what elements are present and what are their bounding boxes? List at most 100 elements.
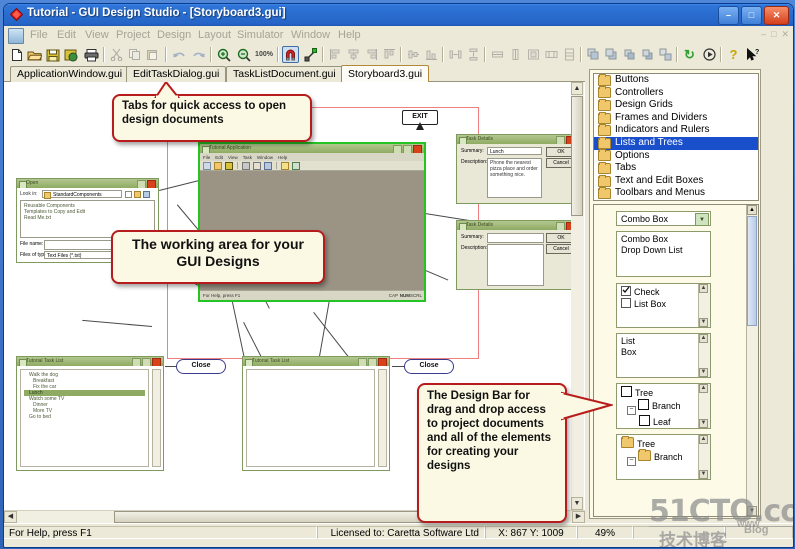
- align-left-icon[interactable]: [327, 46, 344, 63]
- menu-item-design[interactable]: Design: [153, 28, 195, 42]
- align-top-icon[interactable]: [381, 46, 398, 63]
- menu-item-help[interactable]: Help: [334, 28, 365, 42]
- drop-down-item[interactable]: Drop Down List: [621, 245, 706, 256]
- tab-edittaskdialog[interactable]: EditTaskDialog.gui: [126, 66, 227, 82]
- scroll-down-icon[interactable]: ▼: [747, 506, 757, 516]
- menu-item-project[interactable]: Project: [112, 28, 154, 42]
- description-input[interactable]: [487, 244, 544, 286]
- space-h-icon[interactable]: [543, 46, 560, 63]
- tab-storyboard3[interactable]: Storyboard3.gui: [341, 65, 430, 83]
- context-help-icon[interactable]: ?: [745, 46, 762, 63]
- element-check-list-box[interactable]: Check List Box ▲ ▼: [616, 283, 711, 328]
- connector-icon[interactable]: [302, 46, 319, 63]
- align-right-icon[interactable]: [363, 46, 380, 63]
- category-toolbars-and-menus[interactable]: Toolbars and Menus: [594, 187, 758, 200]
- run-simulator-icon[interactable]: [701, 46, 718, 63]
- category-windows-and-dialogs[interactable]: Windows and Dialogs: [594, 199, 758, 200]
- expander-icon[interactable]: –: [627, 406, 636, 415]
- save-all-icon[interactable]: [62, 46, 79, 63]
- mock-copy-icon[interactable]: [253, 161, 261, 170]
- element-folder-tree[interactable]: Tree – Branch ▲ ▼: [616, 434, 711, 480]
- menu-item-simulator[interactable]: Simulator: [233, 28, 287, 42]
- checkbox-icon[interactable]: [639, 428, 650, 429]
- mock-menu-task[interactable]: Task: [243, 155, 252, 160]
- element-category-list[interactable]: Buttons Controllers Design Grids Frames …: [593, 73, 759, 201]
- undo-icon[interactable]: [170, 46, 187, 63]
- mock-new-icon[interactable]: [203, 161, 211, 170]
- list-box-item[interactable]: List: [621, 336, 706, 347]
- distribute-h-icon[interactable]: [447, 46, 464, 63]
- task-item[interactable]: Go to bed: [24, 414, 145, 420]
- menu-item-layout[interactable]: Layout: [194, 28, 235, 42]
- mdi-minimize-icon[interactable]: –: [761, 29, 766, 40]
- mock-task-details-dialog-1[interactable]: Task Details Summary: Lunch Description:…: [456, 134, 578, 204]
- mdi-close-icon[interactable]: ✕: [781, 29, 789, 40]
- mock-task-icon[interactable]: [281, 161, 289, 170]
- scroll-down-icon[interactable]: ▼: [699, 419, 708, 428]
- check-list-item[interactable]: List Box: [621, 298, 706, 310]
- tree-node-leaf[interactable]: Leaf: [621, 428, 706, 429]
- scroll-up-icon[interactable]: ▲: [571, 82, 583, 95]
- checkbox-unchecked-icon[interactable]: [621, 298, 631, 308]
- scroll-up-icon[interactable]: ▲: [699, 334, 708, 343]
- refresh-icon[interactable]: ↻: [681, 46, 698, 63]
- align-center-h-icon[interactable]: [345, 46, 362, 63]
- tree-node-branch[interactable]: – Branch: [621, 399, 706, 415]
- mdi-restore-icon[interactable]: □: [771, 29, 776, 40]
- up-folder-icon[interactable]: [125, 190, 132, 198]
- look-in-combo[interactable]: StandardComponents: [42, 190, 122, 198]
- category-frames-and-dividers[interactable]: Frames and Dividers: [594, 111, 758, 125]
- minimize-button[interactable]: –: [718, 6, 739, 25]
- space-v-icon[interactable]: [561, 46, 578, 63]
- design-bar-scrollbar[interactable]: ▲ ▼: [746, 205, 758, 516]
- mock-menu-view[interactable]: View: [228, 155, 238, 160]
- element-drop-down-list[interactable]: Combo Box Drop Down List: [616, 231, 711, 277]
- tree-node-leaf[interactable]: Leaf: [621, 415, 706, 428]
- mdi-document-icon[interactable]: [8, 28, 24, 44]
- open-icon[interactable]: [26, 46, 43, 63]
- make-same-size-icon[interactable]: [525, 46, 542, 63]
- category-controllers[interactable]: Controllers: [594, 86, 758, 100]
- horizontal-scroll-thumb[interactable]: [114, 511, 434, 523]
- redo-icon[interactable]: [190, 46, 207, 63]
- mock-empty-task-list-window[interactable]: Tutorial Task List: [242, 356, 390, 471]
- task-list-scrollbar[interactable]: [152, 369, 161, 467]
- tree-folder-branch[interactable]: – Branch: [621, 449, 706, 466]
- send-backward-icon[interactable]: [639, 46, 656, 63]
- scroll-right-icon[interactable]: ▶: [572, 511, 585, 523]
- cut-icon[interactable]: [108, 46, 125, 63]
- scroll-left-icon[interactable]: ◀: [4, 511, 17, 523]
- element-check-tree[interactable]: Tree –Branch Leaf Leaf ▲▼: [616, 383, 711, 429]
- close-button[interactable]: ✕: [764, 6, 789, 25]
- zoom-100-icon[interactable]: 100%: [253, 46, 275, 63]
- zoom-in-icon[interactable]: [215, 46, 232, 63]
- mock-save-icon[interactable]: [225, 161, 233, 170]
- category-text-and-edit-boxes[interactable]: Text and Edit Boxes: [594, 174, 758, 188]
- scroll-down-icon[interactable]: ▼: [699, 318, 708, 327]
- mock-menu-help[interactable]: Help: [278, 155, 287, 160]
- print-icon[interactable]: [83, 46, 100, 63]
- tree-node-root[interactable]: Tree: [621, 386, 706, 399]
- menu-item-window[interactable]: Window: [287, 28, 334, 42]
- checkbox-checked-icon[interactable]: [621, 286, 631, 296]
- canvas-vertical-scrollbar[interactable]: ▲ ▼: [571, 82, 584, 510]
- mock-menu-file[interactable]: File: [203, 155, 210, 160]
- element-scrollbar[interactable]: ▲ ▼: [698, 384, 710, 428]
- category-lists-and-trees[interactable]: Lists and Trees: [594, 136, 758, 150]
- category-buttons[interactable]: Buttons: [594, 74, 758, 87]
- scroll-up-icon[interactable]: ▲: [699, 384, 708, 393]
- menu-item-edit[interactable]: Edit: [53, 28, 80, 42]
- category-tabs[interactable]: Tabs: [594, 161, 758, 175]
- size-width-icon[interactable]: [489, 46, 506, 63]
- file-list-item[interactable]: Read Me.txt: [24, 215, 151, 221]
- category-options[interactable]: Options: [594, 149, 758, 163]
- summary-input[interactable]: Lunch: [487, 147, 542, 155]
- menu-item-view[interactable]: View: [81, 28, 113, 42]
- mock-help2-icon[interactable]: [292, 161, 300, 170]
- vertical-scroll-thumb[interactable]: [571, 96, 583, 216]
- checkbox-icon[interactable]: [621, 386, 632, 397]
- scroll-up-icon[interactable]: ▲: [747, 205, 757, 215]
- align-middle-icon[interactable]: [405, 46, 422, 63]
- scroll-down-icon[interactable]: ▼: [699, 368, 708, 377]
- align-bottom-icon[interactable]: [423, 46, 440, 63]
